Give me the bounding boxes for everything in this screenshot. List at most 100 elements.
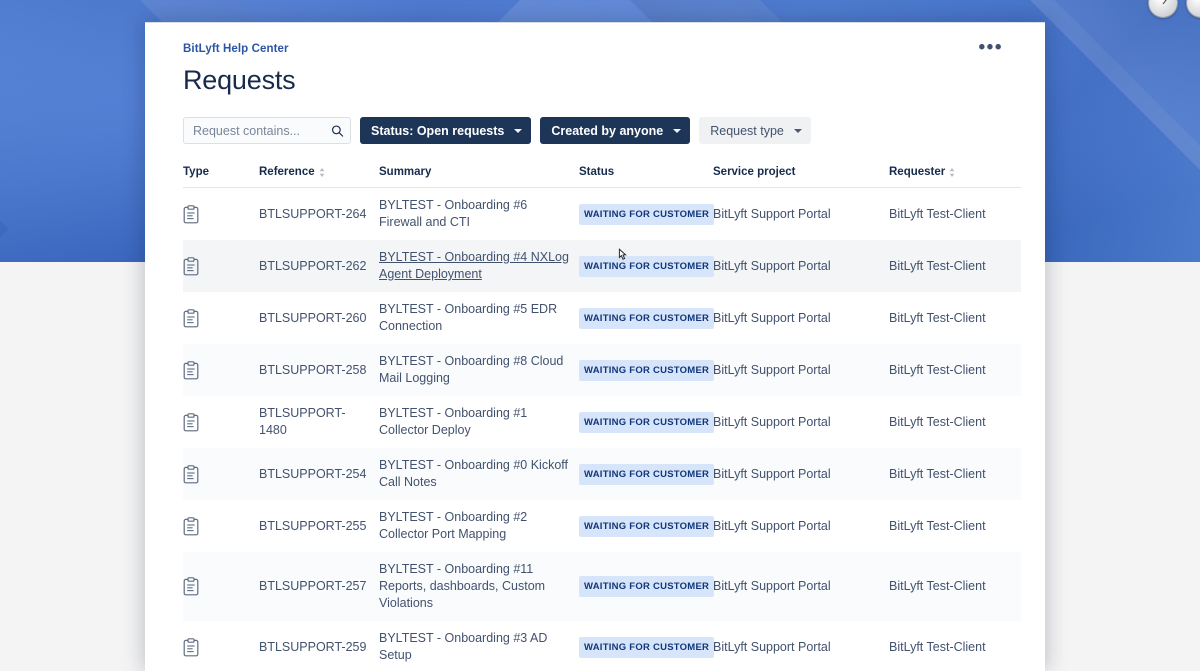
task-clipboard-icon	[183, 256, 249, 276]
task-clipboard-icon	[183, 360, 249, 380]
creator-filter-button[interactable]: Created by anyone	[540, 117, 691, 144]
table-row[interactable]: BTLSUPPORT-260 BYLTEST - Onboarding #5 ED…	[183, 292, 1021, 344]
request-summary-link[interactable]: BYLTEST - Onboarding #5 EDR Connection	[379, 302, 557, 333]
status-badge: WAITING FOR CUSTOMER	[579, 307, 715, 329]
request-summary-link[interactable]: BYLTEST - Onboarding #11 Reports, dashbo…	[379, 562, 545, 610]
table-row[interactable]: BTLSUPPORT-264 BYLTEST - Onboarding #6 Fi…	[183, 187, 1021, 241]
cell-summary: BYLTEST - Onboarding #5 EDR Connection	[379, 292, 579, 344]
search-input[interactable]	[183, 117, 351, 144]
breadcrumb[interactable]: BitLyft Help Center	[183, 41, 289, 55]
cell-status: WAITING FOR CUSTOMER	[579, 396, 715, 448]
cell-summary: BYLTEST - Onboarding #1 Collector Deploy	[379, 396, 579, 448]
cell-status: WAITING FOR CUSTOMER	[579, 500, 715, 552]
cell-type	[183, 292, 259, 344]
table-row[interactable]: BTLSUPPORT-1480 BYLTEST - Onboarding #1 C…	[183, 396, 1021, 448]
task-clipboard-icon	[183, 637, 249, 657]
status-filter-button[interactable]: Status: Open requests	[360, 117, 532, 144]
request-summary-link[interactable]: BYLTEST - Onboarding #3 AD Setup	[379, 631, 547, 662]
sort-arrow-icon	[319, 167, 325, 177]
column-header-reference[interactable]: Reference	[259, 166, 379, 188]
cell-type	[183, 344, 259, 396]
request-summary-link[interactable]: BYLTEST - Onboarding #6 Firewall and CTI	[379, 198, 527, 229]
status-badge: WAITING FOR CUSTOMER	[579, 576, 715, 597]
page-title: Requests	[183, 65, 296, 95]
column-header-requester[interactable]: Requester	[889, 166, 1021, 188]
task-clipboard-icon	[183, 516, 249, 536]
request-summary-link[interactable]: BYLTEST - Onboarding #2 Collector Port M…	[379, 510, 527, 541]
chevron-down-icon	[514, 128, 523, 133]
table-row[interactable]: BTLSUPPORT-259 BYLTEST - Onboarding #3 AD…	[183, 621, 1021, 671]
request-summary-link[interactable]: BYLTEST - Onboarding #0 Kickoff Call Not…	[379, 458, 568, 489]
request-summary-link[interactable]: BYLTEST - Onboarding #4 NXLog Agent Depl…	[379, 250, 569, 281]
cell-type	[183, 448, 259, 500]
more-options-icon[interactable]: •••	[975, 38, 1007, 57]
column-header-label: Type	[183, 166, 209, 178]
table-row[interactable]: BTLSUPPORT-258 BYLTEST - Onboarding #8 Cl…	[183, 344, 1021, 396]
column-header-type[interactable]: Type	[183, 166, 259, 188]
status-badge: WAITING FOR CUSTOMER	[579, 203, 715, 225]
cell-requester: BitLyft Test-Client	[889, 206, 986, 221]
cell-status: WAITING FOR CUSTOMER	[579, 448, 715, 500]
cell-service-project: BitLyft Support Portal	[713, 258, 831, 273]
request-type-filter-button[interactable]: Request type	[699, 117, 811, 144]
request-summary-link[interactable]: BYLTEST - Onboarding #8 Cloud Mail Loggi…	[379, 354, 563, 385]
column-header-service-project[interactable]: Service project	[713, 166, 889, 188]
table-header-row: Type Reference Summary Status Service pr…	[183, 166, 1021, 188]
cell-requester: BitLyft Test-Client	[889, 518, 986, 533]
cell-reference: BTLSUPPORT-254	[259, 466, 367, 481]
cell-requester: BitLyft Test-Client	[889, 466, 986, 481]
column-header-label: Status	[579, 166, 615, 178]
table-row[interactable]: BTLSUPPORT-262 BYLTEST - Onboarding #4 NX…	[183, 240, 1021, 292]
sort-arrow-icon	[949, 167, 955, 177]
cell-reference: BTLSUPPORT-260	[259, 310, 367, 325]
cell-summary: BYLTEST - Onboarding #11 Reports, dashbo…	[379, 552, 579, 621]
cell-summary: BYLTEST - Onboarding #3 AD Setup	[379, 621, 579, 671]
status-badge: WAITING FOR CUSTOMER	[579, 255, 715, 277]
request-summary-link[interactable]: BYLTEST - Onboarding #1 Collector Deploy	[379, 406, 527, 437]
request-type-filter-label: Request type	[710, 123, 784, 138]
cell-status: WAITING FOR CUSTOMER	[579, 552, 715, 621]
cell-reference: BTLSUPPORT-264	[259, 206, 367, 221]
status-badge: WAITING FOR CUSTOMER	[579, 411, 715, 433]
chevron-down-icon	[793, 128, 802, 133]
table-row[interactable]: BTLSUPPORT-257 BYLTEST - Onboarding #11 R…	[183, 552, 1021, 621]
task-clipboard-icon	[183, 412, 249, 432]
column-header-status[interactable]: Status	[579, 166, 713, 188]
cell-type	[183, 552, 259, 621]
cell-summary: BYLTEST - Onboarding #2 Collector Port M…	[379, 500, 579, 552]
requests-table: Type Reference Summary Status Service pr…	[183, 166, 1021, 671]
cell-service-project: BitLyft Support Portal	[713, 362, 831, 377]
cell-service-project: BitLyft Support Portal	[713, 414, 831, 429]
cell-reference: BTLSUPPORT-255	[259, 518, 367, 533]
filter-bar: Status: Open requests Created by anyone …	[183, 117, 1007, 144]
cell-reference: BTLSUPPORT-262	[259, 258, 367, 273]
cell-requester: BitLyft Test-Client	[889, 579, 986, 593]
status-badge: WAITING FOR CUSTOMER	[579, 359, 715, 381]
cell-status: WAITING FOR CUSTOMER	[579, 188, 715, 241]
cell-status: WAITING FOR CUSTOMER	[579, 344, 715, 396]
cell-type	[183, 240, 259, 292]
cell-type	[183, 396, 259, 448]
table-row[interactable]: BTLSUPPORT-255 BYLTEST - Onboarding #2 Co…	[183, 500, 1021, 552]
desktop: BitLyft Help Center ••• Requests Status:…	[0, 0, 1200, 671]
column-header-label: Requester	[889, 166, 946, 178]
cell-summary: BYLTEST - Onboarding #0 Kickoff Call Not…	[379, 448, 579, 500]
requests-window: BitLyft Help Center ••• Requests Status:…	[145, 22, 1045, 671]
column-header-summary[interactable]: Summary	[379, 166, 579, 188]
cell-service-project: BitLyft Support Portal	[713, 639, 831, 654]
cell-summary: BYLTEST - Onboarding #8 Cloud Mail Loggi…	[379, 344, 579, 396]
column-header-label: Summary	[379, 166, 432, 178]
cell-requester: BitLyft Test-Client	[889, 310, 986, 325]
cell-service-project: BitLyft Support Portal	[713, 206, 831, 221]
task-clipboard-icon	[183, 577, 249, 596]
status-filter-label: Status: Open requests	[371, 123, 505, 138]
column-header-label: Reference	[259, 166, 315, 178]
search-field-wrapper	[183, 117, 351, 144]
table-row[interactable]: BTLSUPPORT-254 BYLTEST - Onboarding #0 Ki…	[183, 448, 1021, 500]
column-header-label: Service project	[713, 166, 796, 178]
cell-type	[183, 500, 259, 552]
cell-type	[183, 188, 259, 241]
task-clipboard-icon	[183, 308, 249, 328]
task-clipboard-icon	[183, 464, 249, 484]
status-badge: WAITING FOR CUSTOMER	[579, 463, 715, 485]
